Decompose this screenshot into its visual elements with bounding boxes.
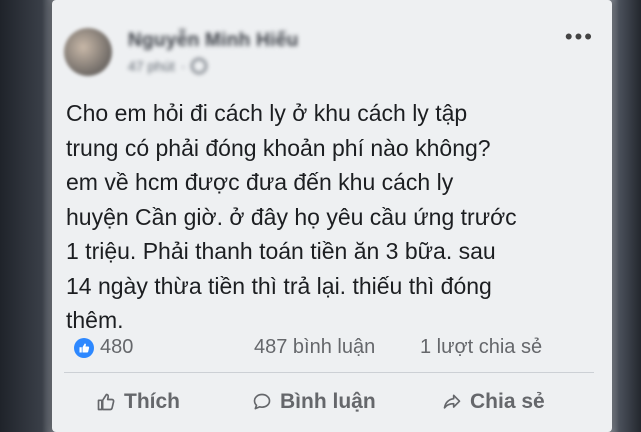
comment-button-label: Bình luận <box>280 390 376 413</box>
share-button[interactable]: Chia sẻ <box>442 390 545 414</box>
comment-icon <box>253 393 271 410</box>
more-options-icon[interactable]: ••• <box>565 24 594 50</box>
thumbs-up-icon <box>97 393 115 411</box>
like-button-label: Thích <box>124 390 180 413</box>
comment-button[interactable]: Bình luận <box>252 390 376 414</box>
post-text: Cho em hỏi đi cách ly ở khu cách ly tập … <box>66 100 517 333</box>
reaction-count[interactable]: 480 <box>100 336 133 359</box>
divider <box>64 372 594 373</box>
post-card: Nguyễn Minh Hiếu 47 phút · ••• Cho em hỏ… <box>52 0 612 432</box>
share-icon <box>443 394 461 409</box>
comment-count[interactable]: 487 bình luận <box>254 336 375 359</box>
like-reaction-icon <box>74 338 94 358</box>
share-button-label: Chia sẻ <box>470 390 545 413</box>
post-stats: 480 487 bình luận 1 lượt chia sẻ <box>70 334 595 364</box>
avatar[interactable] <box>64 28 112 76</box>
share-count[interactable]: 1 lượt chia sẻ <box>420 336 542 359</box>
globe-icon <box>191 58 208 74</box>
post-time[interactable]: 47 phút <box>128 58 175 74</box>
action-bar: Thích Bình luận Chia sẻ <box>52 386 612 426</box>
author-name[interactable]: Nguyễn Minh Hiếu <box>128 30 299 52</box>
like-button[interactable]: Thích <box>96 390 180 414</box>
post-meta: 47 phút · <box>128 58 208 74</box>
